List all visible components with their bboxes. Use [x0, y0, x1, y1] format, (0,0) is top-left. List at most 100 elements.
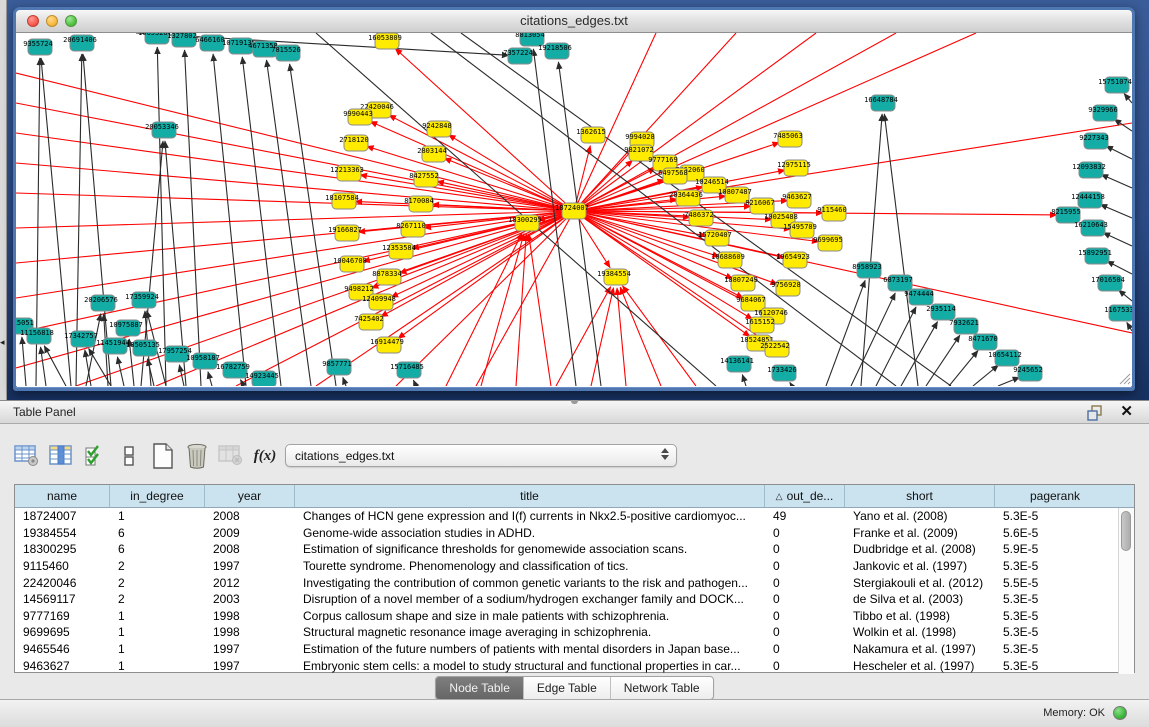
- table-cell[interactable]: 0: [765, 526, 845, 540]
- memory-ok-indicator[interactable]: [1113, 706, 1127, 720]
- table-cell[interactable]: 2008: [205, 509, 295, 523]
- network-node[interactable]: 17359924: [125, 292, 159, 308]
- table-cell[interactable]: 1997: [205, 659, 295, 673]
- citation-edge-black[interactable]: [208, 372, 212, 386]
- table-cell[interactable]: 14569117: [15, 592, 110, 606]
- table-cell[interactable]: Nakamura et al. (1997): [845, 642, 995, 656]
- vertical-scrollbar[interactable]: [1118, 508, 1134, 674]
- citation-edge-black[interactable]: [1101, 174, 1132, 188]
- table-cell[interactable]: 0: [765, 592, 845, 606]
- column-header-short[interactable]: short: [845, 485, 995, 507]
- network-node[interactable]: 14136141: [720, 356, 754, 372]
- table-cell[interactable]: 18300295: [15, 542, 110, 556]
- table-cell[interactable]: 5.3E-5: [995, 659, 1115, 673]
- show-columns-button[interactable]: [46, 441, 76, 471]
- citation-edge-black[interactable]: [826, 280, 865, 386]
- splitter-handle[interactable]: [571, 400, 578, 404]
- network-node[interactable]: 2935114: [926, 304, 956, 320]
- table-cell[interactable]: 2008: [205, 542, 295, 556]
- table-cell[interactable]: Corpus callosum shape and size in male p…: [295, 609, 765, 623]
- column-header-in_degree[interactable]: in_degree: [110, 485, 205, 507]
- citation-edge-red[interactable]: [620, 287, 661, 386]
- network-node[interactable]: 7425402: [354, 314, 384, 330]
- table-row[interactable]: 969969511998Structural magnetic resonanc…: [15, 624, 1118, 641]
- citation-edge-black[interactable]: [157, 47, 166, 386]
- network-node[interactable]: 8170084: [404, 196, 434, 212]
- table-cell[interactable]: 9115460: [15, 559, 110, 573]
- network-node[interactable]: 10958187: [186, 353, 220, 369]
- network-node[interactable]: 2803144: [417, 146, 447, 162]
- network-node[interactable]: 10975887: [109, 320, 143, 336]
- network-view-window[interactable]: citations_edges.txt 18724007183002951938…: [13, 7, 1135, 391]
- table-mode-button[interactable]: [12, 441, 42, 471]
- citation-edge-black[interactable]: [44, 346, 66, 386]
- select-all-columns-button[interactable]: [80, 441, 110, 471]
- column-header-name[interactable]: name: [15, 485, 110, 507]
- table-cell[interactable]: 1: [110, 625, 205, 639]
- citation-edge-black[interactable]: [1100, 204, 1132, 218]
- network-node[interactable]: 16210643: [1074, 220, 1108, 236]
- table-cell[interactable]: 9777169: [15, 609, 110, 623]
- table-row[interactable]: 1830029562008Estimation of significance …: [15, 541, 1118, 558]
- network-node[interactable]: 1733426: [767, 365, 797, 381]
- close-panel-icon[interactable]: ✕: [1120, 403, 1133, 421]
- table-selector-dropdown[interactable]: citations_edges.txt: [285, 444, 677, 467]
- table-cell[interactable]: 22420046: [15, 576, 110, 590]
- network-node[interactable]: 8267110: [396, 221, 426, 237]
- network-node[interactable]: 9857771: [322, 359, 352, 375]
- table-row[interactable]: 977716911998Corpus callosum shape and si…: [15, 608, 1118, 625]
- table-cell[interactable]: 1: [110, 509, 205, 523]
- network-node[interactable]: 1167533: [1104, 305, 1132, 321]
- network-node[interactable]: 12444158: [1071, 192, 1105, 208]
- citation-edge-black[interactable]: [861, 114, 882, 386]
- network-node[interactable]: 1327802: [167, 33, 197, 47]
- table-cell[interactable]: Tourette syndrome. Phenomenology and cla…: [295, 559, 765, 573]
- citation-edge-black[interactable]: [1124, 93, 1132, 103]
- citation-edge-red[interactable]: [370, 121, 574, 211]
- network-node[interactable]: 19384554: [597, 269, 631, 285]
- network-node[interactable]: 7357224: [503, 48, 533, 64]
- network-node[interactable]: 7485063: [773, 131, 803, 147]
- citation-edge-red[interactable]: [574, 33, 656, 211]
- citation-edge-red[interactable]: [16, 133, 574, 211]
- table-cell[interactable]: 0: [765, 625, 845, 639]
- column-header-title[interactable]: title: [295, 485, 765, 507]
- table-cell[interactable]: 0: [765, 642, 845, 656]
- network-node[interactable]: 7932621: [949, 318, 979, 334]
- delete-columns-button[interactable]: [182, 441, 212, 471]
- table-cell[interactable]: 1998: [205, 609, 295, 623]
- citation-edge-black[interactable]: [742, 374, 746, 386]
- network-node[interactable]: 9756928: [771, 280, 801, 296]
- citation-edge-black[interactable]: [1119, 290, 1132, 301]
- citation-edge-black[interactable]: [185, 50, 201, 386]
- table-cell[interactable]: Estimation of significance thresholds fo…: [295, 542, 765, 556]
- network-node[interactable]: 19654923: [776, 252, 810, 268]
- network-node[interactable]: 19218506: [538, 43, 572, 59]
- table-cell[interactable]: Dudbridge et al. (2008): [845, 542, 995, 556]
- table-cell[interactable]: Wolkin et al. (1998): [845, 625, 995, 639]
- table-cell[interactable]: 1997: [205, 642, 295, 656]
- table-cell[interactable]: Embryonic stem cells: a model to study s…: [295, 659, 765, 673]
- table-cell[interactable]: Jankovic et al. (1997): [845, 559, 995, 573]
- table-row[interactable]: 1938455462009Genome-wide association stu…: [15, 525, 1118, 542]
- citation-edge-black[interactable]: [86, 314, 101, 386]
- delete-table-button[interactable]: [216, 441, 246, 471]
- table-cell[interactable]: 18724007: [15, 509, 110, 523]
- network-node[interactable]: 12353584: [382, 243, 416, 259]
- table-cell[interactable]: 5.3E-5: [995, 642, 1115, 656]
- network-node[interactable]: 19166827: [328, 225, 362, 241]
- network-node[interactable]: 12409948: [362, 294, 396, 310]
- network-node[interactable]: 12975115: [777, 160, 811, 176]
- citation-edge-black[interactable]: [884, 114, 918, 386]
- citation-edge-black[interactable]: [1107, 261, 1132, 274]
- network-window-titlebar[interactable]: citations_edges.txt: [16, 10, 1132, 33]
- network-node[interactable]: 10688609: [711, 252, 745, 268]
- network-node[interactable]: 1362615: [576, 127, 606, 143]
- table-cell[interactable]: 0: [765, 659, 845, 673]
- network-node[interactable]: 2718120: [339, 135, 369, 151]
- column-header-out_de[interactable]: △out_de...: [765, 485, 845, 507]
- network-node[interactable]: 7486372: [684, 210, 714, 226]
- table-cell[interactable]: 2: [110, 576, 205, 590]
- network-node[interactable]: 20691406: [63, 35, 97, 51]
- table-cell[interactable]: 5.3E-5: [995, 592, 1115, 606]
